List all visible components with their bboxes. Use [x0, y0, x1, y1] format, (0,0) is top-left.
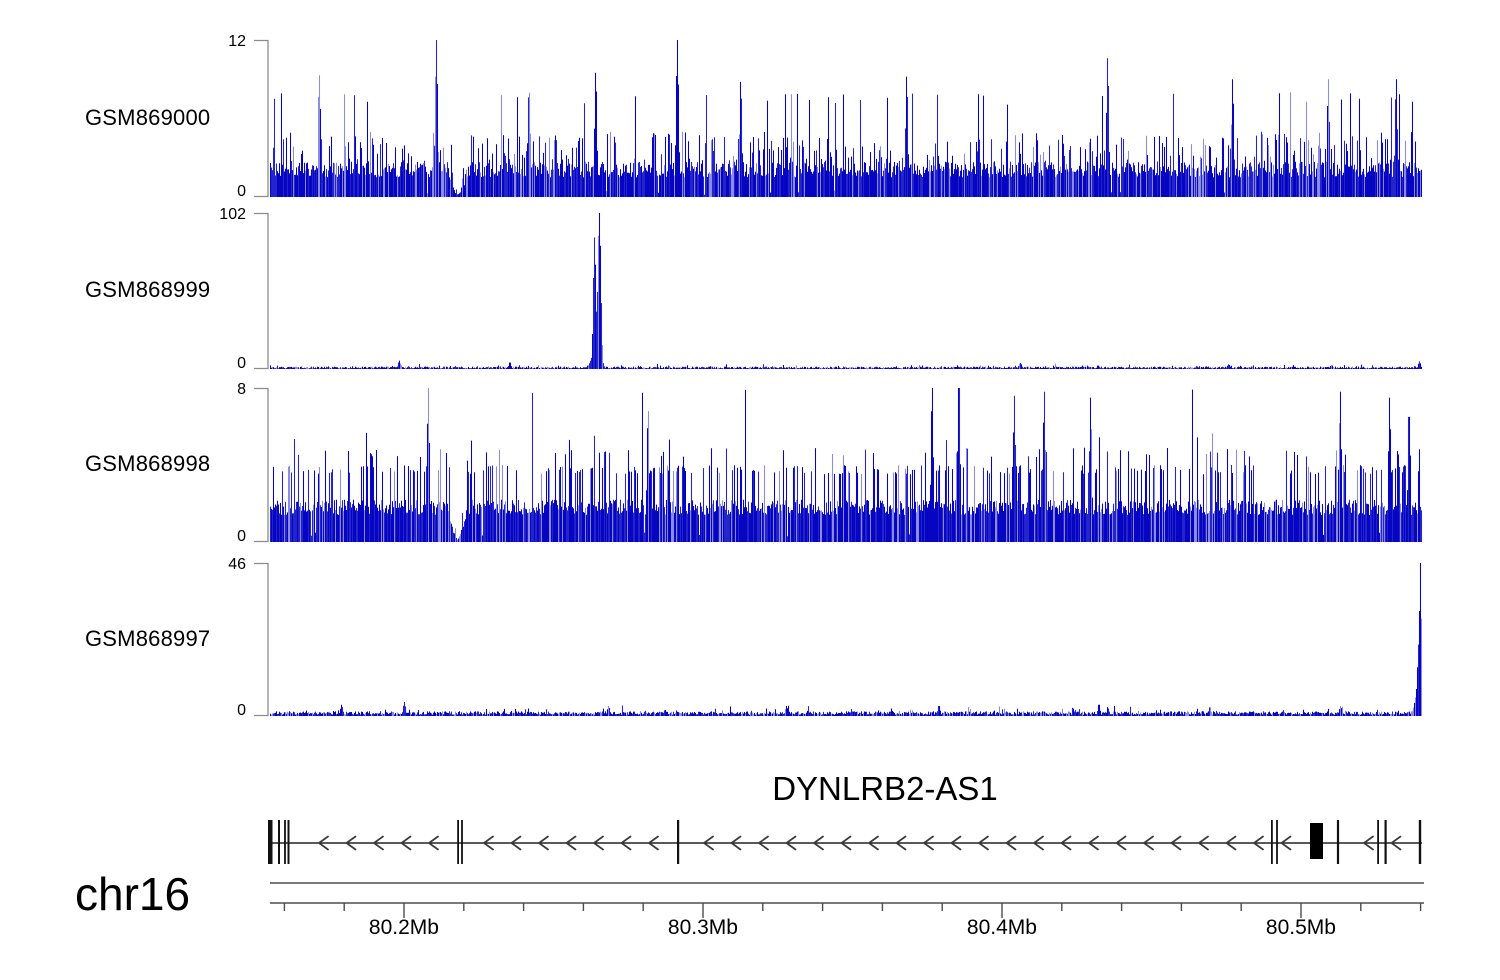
yaxis-max-track4: 46	[148, 556, 246, 574]
exon-bar	[288, 820, 290, 864]
yaxis-zero-track1: 0	[148, 183, 246, 201]
coverage-signal	[278, 238, 1420, 370]
exon-bar	[1337, 820, 1339, 864]
coverage-track-gsm868999	[250, 209, 1500, 375]
exon-bar	[268, 820, 273, 864]
track-label-gsm868999: GSM868999	[85, 277, 260, 303]
coverage-track-gsm868998	[250, 384, 1500, 548]
y-axis	[254, 214, 268, 369]
y-axis	[254, 389, 268, 542]
coverage-signal	[274, 645, 1419, 717]
exon-bar	[677, 820, 679, 864]
exon-bar	[284, 820, 286, 864]
track-label-gsm868997: GSM868997	[85, 626, 260, 652]
exon-bar	[1385, 820, 1387, 864]
track-label-gsm868998: GSM868998	[85, 451, 260, 477]
axis-tick-label: 80.4Mb	[937, 916, 1067, 940]
track-label-gsm869000: GSM869000	[85, 105, 260, 131]
exon-bar	[1271, 820, 1273, 864]
y-axis	[254, 564, 268, 716]
axis-tick-label: 80.2Mb	[339, 916, 469, 940]
yaxis-zero-track3: 0	[148, 528, 246, 546]
y-axis	[254, 41, 268, 197]
coverage-signal	[271, 213, 1422, 369]
gene-model-track	[250, 762, 1500, 874]
exon-bar	[461, 820, 463, 864]
exon-bar	[1276, 820, 1278, 864]
exon-bar	[278, 820, 280, 864]
exon-bar	[457, 820, 459, 864]
yaxis-max-track2: 102	[148, 206, 246, 224]
coverage-signal	[273, 236, 1407, 369]
coverage-signal	[272, 619, 1422, 716]
chromosome-label: chr16	[75, 867, 190, 921]
coverage-signal	[272, 388, 1420, 542]
axis-tick-label: 80.3Mb	[638, 916, 768, 940]
yaxis-zero-track2: 0	[148, 355, 246, 373]
exon-box	[1310, 823, 1323, 859]
yaxis-max-track1: 12	[148, 33, 246, 51]
coverage-track-gsm868997	[250, 559, 1500, 722]
coverage-signal	[271, 563, 1421, 716]
exon-bar	[1377, 820, 1379, 864]
genome-browser-view: GSM869000 GSM868999 GSM868998 GSM868997 …	[0, 0, 1500, 980]
axis-tick-label: 80.5Mb	[1236, 916, 1366, 940]
exon-bar	[1419, 820, 1421, 864]
yaxis-zero-track4: 0	[148, 702, 246, 720]
coverage-track-gsm869000	[250, 36, 1500, 203]
yaxis-max-track3: 8	[148, 381, 246, 399]
